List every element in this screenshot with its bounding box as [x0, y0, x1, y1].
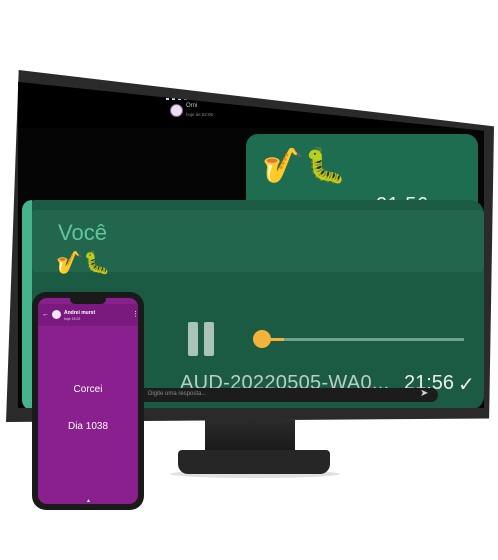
monitor-stand-base	[178, 450, 330, 474]
monitor-stand-neck	[205, 420, 295, 450]
audio-seek-handle[interactable]	[253, 330, 271, 348]
reply-input-placeholder: Digite uma resposta...	[148, 391, 207, 397]
phone-contact-name[interactable]: Andrei murst	[64, 310, 95, 316]
contact-status: hoje às 22:06	[186, 112, 214, 117]
arrow-back-icon[interactable]: ←	[42, 311, 49, 318]
home-indicator-icon[interactable]: ▲	[86, 498, 91, 504]
phone-message: Corcei	[73, 384, 103, 395]
quote-author: Você	[58, 220, 107, 245]
kebab-menu-icon[interactable]: ⋮	[132, 310, 139, 318]
contact-avatar[interactable]	[170, 104, 183, 117]
phone-notch	[70, 298, 106, 304]
sticker-emoji: 🎷🐛	[262, 147, 347, 185]
quote-accent-bar	[22, 200, 32, 408]
contact-name[interactable]: Orni	[186, 103, 197, 109]
quote-emoji: 🎷🐛	[56, 250, 111, 275]
phone-message: Dia 1038	[67, 421, 109, 432]
phone-screen	[38, 298, 138, 504]
send-icon[interactable]: ➤	[420, 388, 428, 399]
audio-progress-track[interactable]	[284, 338, 464, 341]
pause-icon[interactable]	[188, 322, 198, 356]
pause-icon-bar[interactable]	[204, 322, 214, 356]
read-check-icon: ✓	[458, 374, 475, 396]
phone-contact-avatar[interactable]	[52, 310, 61, 319]
phone-contact-status: hoje 15:22	[64, 317, 81, 321]
